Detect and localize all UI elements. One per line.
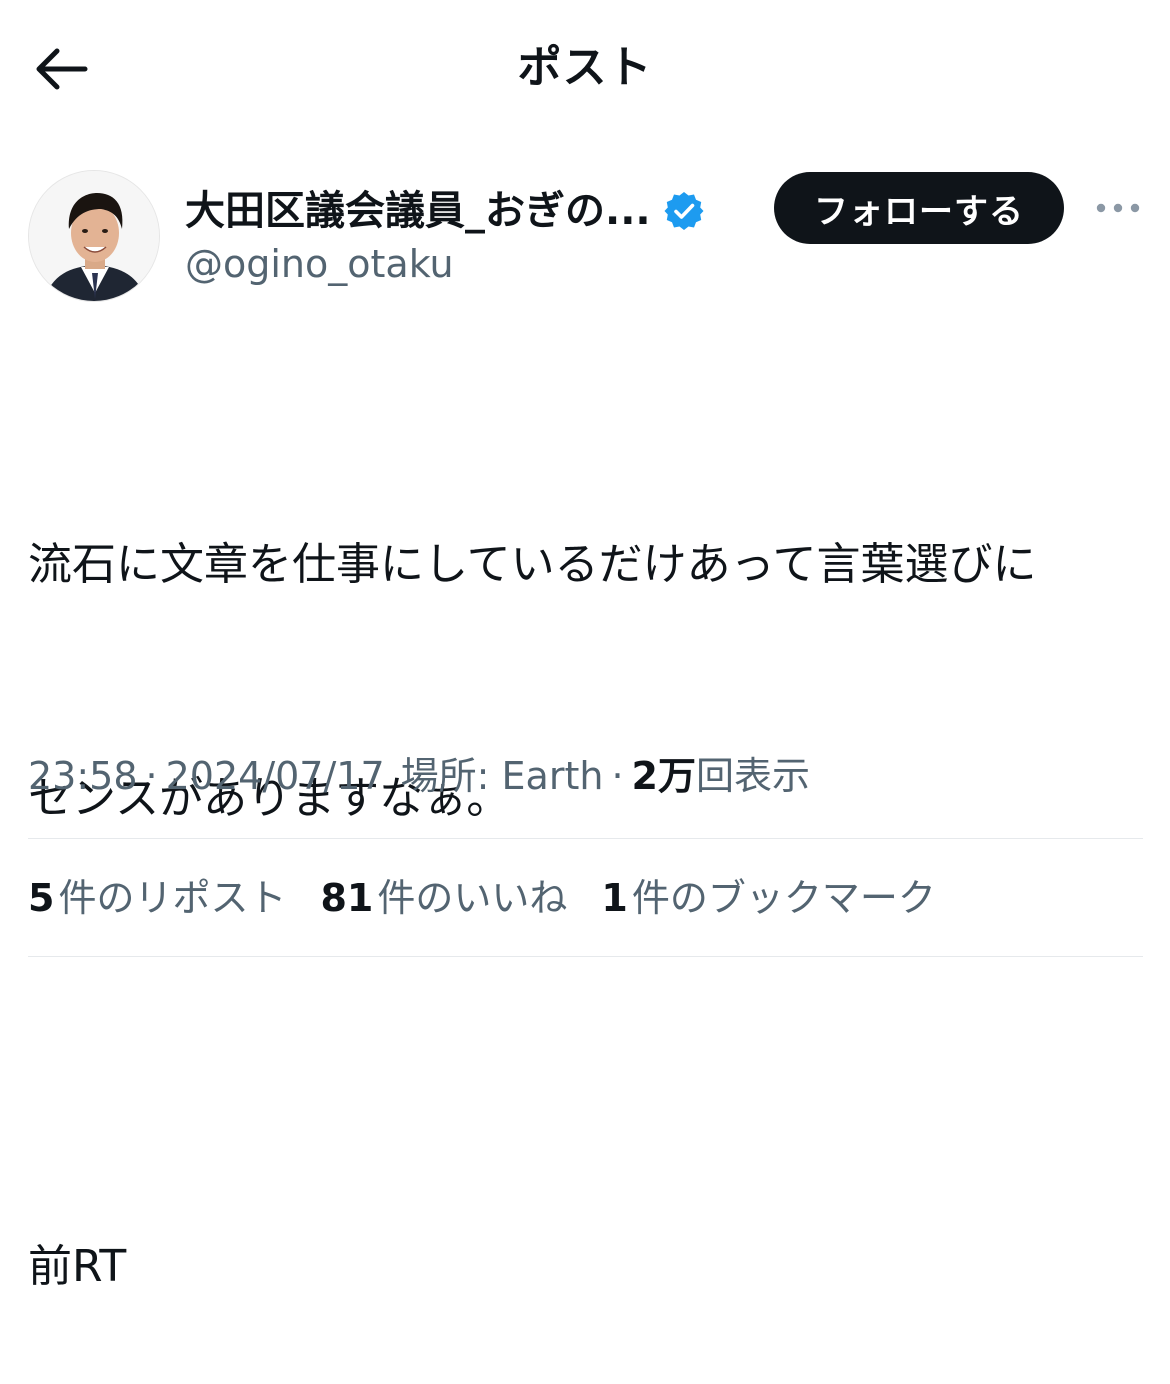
views-count: 2万	[631, 754, 696, 798]
more-horizontal-icon	[1096, 203, 1140, 213]
divider	[28, 838, 1143, 839]
tweet-line: 流石に文章を仕事にしているだけあって言葉選びに	[28, 539, 1037, 590]
bookmarks-count: 1	[601, 876, 628, 920]
reposts-stat[interactable]: 5 件のリポスト	[28, 872, 286, 924]
divider	[28, 956, 1143, 957]
bookmarks-label: 件のブックマーク	[631, 876, 936, 920]
likes-count: 81	[320, 876, 374, 920]
author-name-row: 大田区議会議員_おぎの...	[185, 184, 705, 238]
views-label: 回表示	[695, 754, 810, 798]
tweet-line: 前RT	[28, 1241, 127, 1292]
meta-separator: ·	[611, 754, 624, 798]
follow-button[interactable]: フォローする	[774, 172, 1064, 244]
tweet-meta: 23:58 · 2024/07/17 場所: Earth · 2万 回表示	[28, 750, 810, 802]
top-bar: ポスト	[0, 0, 1170, 135]
reposts-count: 5	[28, 876, 55, 920]
author-handle[interactable]: @ogino_otaku	[185, 238, 454, 290]
likes-stat[interactable]: 81 件のいいね	[320, 872, 567, 924]
page-title: ポスト	[517, 42, 653, 93]
verified-badge-icon	[663, 190, 705, 232]
reposts-label: 件のリポスト	[58, 876, 287, 920]
avatar[interactable]	[28, 170, 160, 302]
likes-label: 件のいいね	[377, 876, 568, 920]
meta-separator: ·	[145, 754, 158, 798]
bookmarks-stat[interactable]: 1 件のブックマーク	[601, 872, 935, 924]
tweet-time[interactable]: 23:58	[28, 750, 138, 802]
tweet-location: 場所: Earth	[400, 754, 604, 798]
avatar-image	[29, 171, 159, 301]
engagement-stats: 5 件のリポスト 81 件のいいね 1 件のブックマーク	[28, 872, 970, 924]
tweet-date[interactable]: 2024/07/17	[166, 750, 385, 802]
author-name[interactable]: 大田区議会議員_おぎの...	[185, 184, 651, 238]
more-options-button[interactable]	[1090, 190, 1146, 226]
